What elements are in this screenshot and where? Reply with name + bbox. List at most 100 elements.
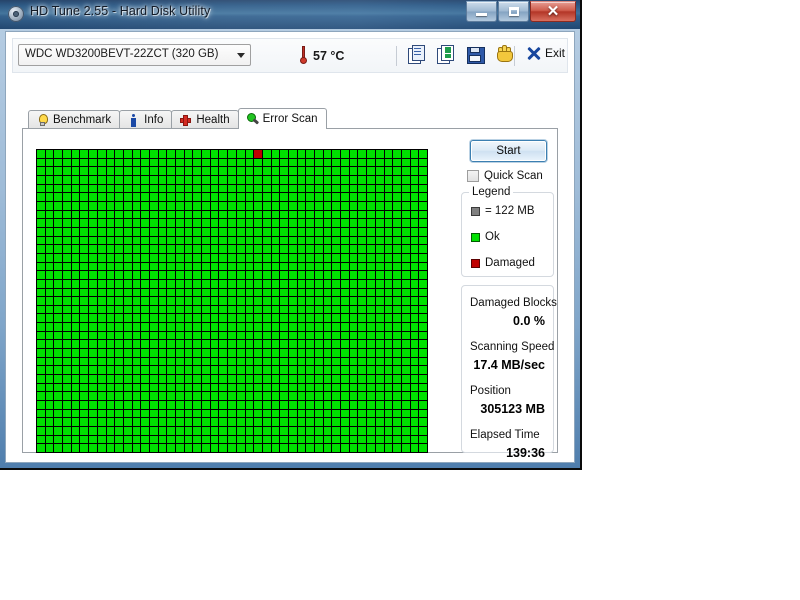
copy-icon[interactable] — [408, 45, 426, 64]
scan-block-ok — [123, 375, 132, 383]
scan-block-ok — [254, 236, 262, 245]
scan-block-ok — [349, 340, 358, 349]
scan-block-ok — [367, 227, 375, 236]
scan-block-ok — [132, 175, 141, 184]
scan-block-ok — [349, 323, 358, 331]
scan-block-ok — [219, 427, 228, 435]
scan-block-ok — [193, 279, 202, 288]
scan-block-ok — [202, 366, 210, 375]
scan-block-ok — [45, 349, 54, 357]
scan-block-ok — [280, 227, 288, 236]
close-button[interactable]: ✕ — [530, 1, 576, 22]
scan-block-ok — [80, 279, 89, 288]
scan-block-ok — [106, 349, 115, 357]
scan-block-ok — [54, 288, 63, 297]
scan-block-ok — [358, 288, 367, 297]
tab-error-scan[interactable]: Error Scan — [237, 108, 327, 129]
scan-block-ok — [419, 193, 427, 201]
save-icon[interactable] — [466, 45, 485, 64]
scan-block-ok — [202, 409, 210, 418]
scan-block-ok — [306, 175, 315, 184]
copy-to-sheet-icon[interactable] — [437, 45, 455, 64]
start-button[interactable]: Start — [470, 140, 547, 162]
scan-block-ok — [219, 262, 228, 271]
scan-block-ok — [262, 253, 271, 262]
scan-block-ok — [332, 236, 341, 245]
scan-block-ok — [176, 227, 184, 236]
scan-block-ok — [254, 435, 262, 444]
scan-block-ok — [54, 167, 63, 175]
scan-block-ok — [419, 314, 427, 323]
scan-block-ok — [384, 227, 393, 236]
tab-benchmark[interactable]: Benchmark — [28, 110, 121, 129]
scan-block-ok — [367, 201, 375, 210]
scan-block-ok — [245, 201, 254, 210]
scan-block-ok — [106, 392, 115, 401]
scan-block-ok — [89, 210, 97, 219]
scan-block-ok — [37, 253, 45, 262]
scan-block-ok — [219, 201, 228, 210]
tab-health[interactable]: Health — [171, 110, 239, 129]
scan-block-ok — [271, 288, 280, 297]
scan-block-ok — [410, 227, 419, 236]
scan-block-ok — [375, 150, 384, 158]
scan-block-ok — [123, 427, 132, 435]
scan-block-ok — [219, 392, 228, 401]
scan-block-ok — [323, 297, 332, 305]
scan-block-ok — [375, 375, 384, 383]
stat-value-damaged-blocks: 0.0 % — [513, 314, 545, 328]
tab-info[interactable]: Info — [119, 110, 173, 129]
scan-block-ok — [349, 279, 358, 288]
minimize-button[interactable] — [466, 1, 497, 22]
scan-block-ok — [106, 375, 115, 383]
scan-block-ok — [202, 193, 210, 201]
exit-button[interactable]: Exit — [527, 46, 565, 61]
scan-block-ok — [288, 193, 297, 201]
scan-block-ok — [349, 193, 358, 201]
scan-block-ok — [202, 427, 210, 435]
scan-block-ok — [202, 418, 210, 427]
scan-block-ok — [184, 158, 193, 167]
scan-block-ok — [132, 253, 141, 262]
scan-block-ok — [367, 340, 375, 349]
scan-block-ok — [228, 375, 236, 383]
title-bar[interactable]: HD Tune 2.55 - Hard Disk Utility ✕ — [0, 0, 580, 29]
scan-block-ok — [384, 158, 393, 167]
scan-block-ok — [45, 418, 54, 427]
scan-block-ok — [341, 409, 349, 418]
scan-block-ok — [106, 271, 115, 279]
scan-block-ok — [167, 201, 176, 210]
scan-block-ok — [202, 227, 210, 236]
scan-block-ok — [254, 383, 262, 392]
scan-block-ok — [245, 427, 254, 435]
scan-block-ok — [176, 184, 184, 193]
scan-block-ok — [106, 227, 115, 236]
scan-block-ok — [375, 184, 384, 193]
scan-block-ok — [280, 279, 288, 288]
scan-block-ok — [271, 444, 280, 452]
scan-block-ok — [288, 323, 297, 331]
scan-block-ok — [349, 392, 358, 401]
scan-block-ok — [106, 401, 115, 409]
scan-block-ok — [262, 245, 271, 253]
scan-block-ok — [236, 305, 245, 314]
maximize-button[interactable] — [498, 1, 529, 22]
scan-block-ok — [410, 409, 419, 418]
scan-block-ok — [332, 375, 341, 383]
scan-block-ok — [106, 262, 115, 271]
drive-select[interactable]: WDC WD3200BEVT-22ZCT (320 GB) — [18, 44, 251, 66]
scan-block-ok — [115, 340, 123, 349]
scan-block-ok — [367, 305, 375, 314]
scan-block-ok — [167, 314, 176, 323]
scan-block-ok — [254, 427, 262, 435]
scan-block-ok — [375, 314, 384, 323]
scan-block-ok — [37, 323, 45, 331]
scan-block-ok — [123, 340, 132, 349]
scan-block-ok — [245, 331, 254, 340]
scan-block-ok — [132, 349, 141, 357]
hand-icon[interactable] — [495, 45, 513, 63]
quick-scan-checkbox[interactable]: Quick Scan — [467, 170, 543, 182]
scan-grid[interactable] — [36, 149, 428, 453]
scan-block-ok — [375, 227, 384, 236]
window-title: HD Tune 2.55 - Hard Disk Utility — [30, 4, 211, 18]
